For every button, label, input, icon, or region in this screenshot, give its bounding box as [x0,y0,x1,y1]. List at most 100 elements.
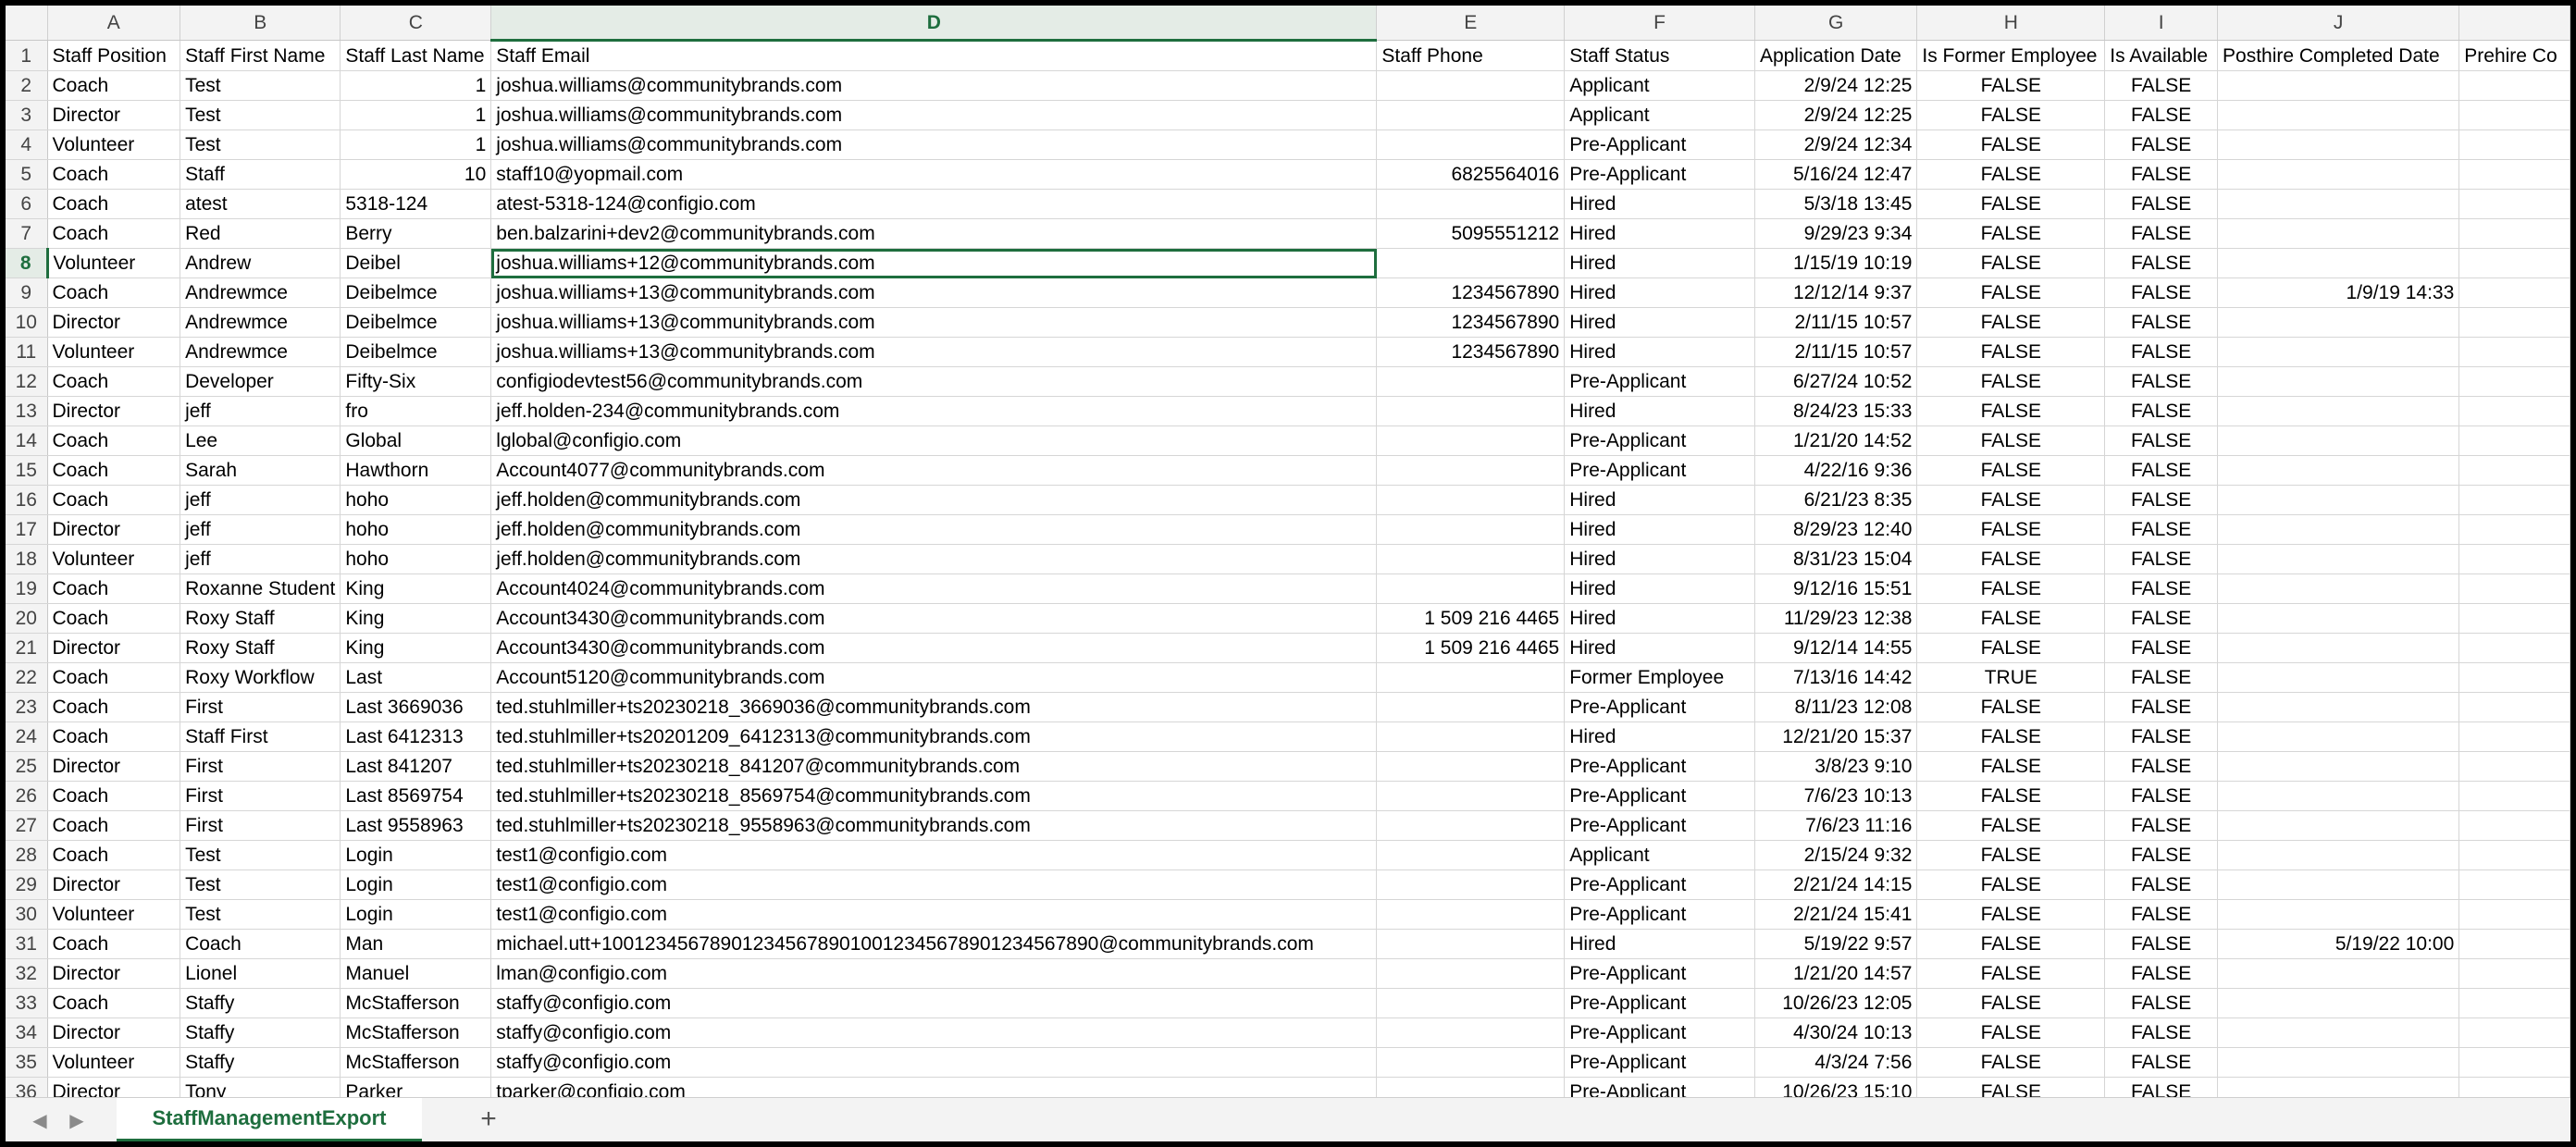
cell[interactable]: ben.balzarini+dev2@communitybrands.com [490,218,1378,249]
cell[interactable]: Coach [47,70,181,101]
cell[interactable]: Volunteer [47,544,181,574]
cell[interactable] [2217,337,2460,367]
cell[interactable]: Coach [47,929,181,959]
cell[interactable] [2458,722,2570,752]
cell[interactable] [1376,455,1566,486]
cell[interactable]: FALSE [2104,870,2219,900]
cell[interactable]: 9/29/23 9:34 [1754,218,1918,249]
column-header-C[interactable]: C [340,6,492,41]
cell[interactable]: 4/22/16 9:36 [1754,455,1918,486]
cell[interactable]: FALSE [2104,899,2219,930]
cell[interactable]: FALSE [2104,278,2219,308]
cell[interactable]: Pre-Applicant [1564,781,1755,811]
cell[interactable] [1376,544,1566,574]
cell[interactable]: FALSE [2104,692,2219,722]
cell[interactable]: joshua.williams@communitybrands.com [490,130,1378,160]
cell[interactable]: Director [47,1077,181,1097]
cell[interactable]: 2/11/15 10:57 [1754,337,1918,367]
cell[interactable] [2458,514,2570,545]
cell[interactable]: Last 9558963 [340,810,492,841]
cell[interactable]: FALSE [2104,130,2219,160]
cell[interactable]: Hired [1564,929,1755,959]
cell[interactable]: 9/12/16 15:51 [1754,574,1918,604]
row-header[interactable]: 24 [6,722,48,752]
cell[interactable] [2217,958,2460,989]
cell[interactable]: joshua.williams@communitybrands.com [490,70,1378,101]
cell[interactable]: 6/27/24 10:52 [1754,366,1918,397]
cell[interactable]: Hired [1564,189,1755,219]
cell[interactable]: Account3430@communitybrands.com [490,633,1378,663]
cell[interactable] [2458,100,2570,130]
cell[interactable]: 7/13/16 14:42 [1754,662,1918,693]
cell[interactable]: jeff [180,396,341,426]
prev-sheet-icon[interactable]: ◀ [26,1107,54,1135]
cell[interactable]: Tony [180,1077,341,1097]
cell[interactable]: FALSE [2104,722,2219,752]
cell[interactable]: 9/12/14 14:55 [1754,633,1918,663]
cell[interactable]: 6/21/23 8:35 [1754,485,1918,515]
cell[interactable]: First [180,810,341,841]
cell[interactable]: 2/9/24 12:25 [1754,100,1918,130]
cell[interactable]: 3/8/23 9:10 [1754,751,1918,782]
cell[interactable] [2217,988,2460,1018]
cell[interactable]: FALSE [2104,307,2219,338]
cell[interactable]: Hired [1564,603,1755,634]
cell[interactable]: Test [180,870,341,900]
cell[interactable] [2458,307,2570,338]
cell[interactable]: FALSE [1916,929,2106,959]
column-header-K[interactable] [2458,6,2570,41]
cell[interactable]: 2/21/24 14:15 [1754,870,1918,900]
cell[interactable]: 2/11/15 10:57 [1754,307,1918,338]
row-header[interactable]: 3 [6,100,48,130]
sheet-tab-staff-management-export[interactable]: StaffManagementExport [117,1098,422,1141]
cell[interactable]: FALSE [1916,544,2106,574]
cell[interactable]: Coach [47,810,181,841]
row-header[interactable]: 27 [6,810,48,841]
cell[interactable]: 8/11/23 12:08 [1754,692,1918,722]
cell[interactable]: FALSE [2104,988,2219,1018]
cell[interactable]: Pre-Applicant [1564,751,1755,782]
cell[interactable]: Director [47,100,181,130]
cell[interactable]: Pre-Applicant [1564,1047,1755,1078]
cell[interactable]: hoho [340,514,492,545]
cell[interactable]: Coach [47,840,181,870]
cell[interactable]: Coach [47,662,181,693]
cell[interactable]: 7/6/23 10:13 [1754,781,1918,811]
cell[interactable]: FALSE [1916,159,2106,190]
cell[interactable]: atest-5318-124@configio.com [490,189,1378,219]
cell[interactable]: Application Date [1754,40,1918,71]
cell[interactable] [2217,692,2460,722]
cell[interactable]: 4/30/24 10:13 [1754,1018,1918,1048]
cell[interactable] [2217,70,2460,101]
cell[interactable]: Director [47,307,181,338]
row-header[interactable]: 16 [6,485,48,515]
cell[interactable]: FALSE [2104,426,2219,456]
cell[interactable]: Staffy [180,1018,341,1048]
row-header[interactable]: 33 [6,988,48,1018]
cell[interactable]: FALSE [2104,1018,2219,1048]
cell[interactable] [2217,1077,2460,1097]
cell[interactable] [1376,130,1566,160]
cell[interactable] [1376,899,1566,930]
cell[interactable] [2458,1077,2570,1097]
cell[interactable] [1376,1018,1566,1048]
cell[interactable]: Staff Email [490,40,1378,71]
cell[interactable] [2458,70,2570,101]
cell[interactable]: Login [340,840,492,870]
cell[interactable]: Lee [180,426,341,456]
cell[interactable]: Coach [47,603,181,634]
row-header[interactable]: 18 [6,544,48,574]
cell[interactable] [1376,870,1566,900]
cell[interactable]: FALSE [2104,455,2219,486]
cell[interactable]: Former Employee [1564,662,1755,693]
cell[interactable]: FALSE [2104,781,2219,811]
cell[interactable]: ted.stuhlmiller+ts20230218_8569754@commu… [490,781,1378,811]
cell[interactable]: FALSE [1916,781,2106,811]
row-header[interactable]: 1 [6,40,48,71]
cell[interactable]: Pre-Applicant [1564,1018,1755,1048]
cell[interactable]: joshua.williams+13@communitybrands.com [490,278,1378,308]
cell[interactable]: Prehire Co [2458,40,2570,71]
cell[interactable]: Director [47,514,181,545]
row-header[interactable]: 14 [6,426,48,456]
cell[interactable] [2217,1047,2460,1078]
